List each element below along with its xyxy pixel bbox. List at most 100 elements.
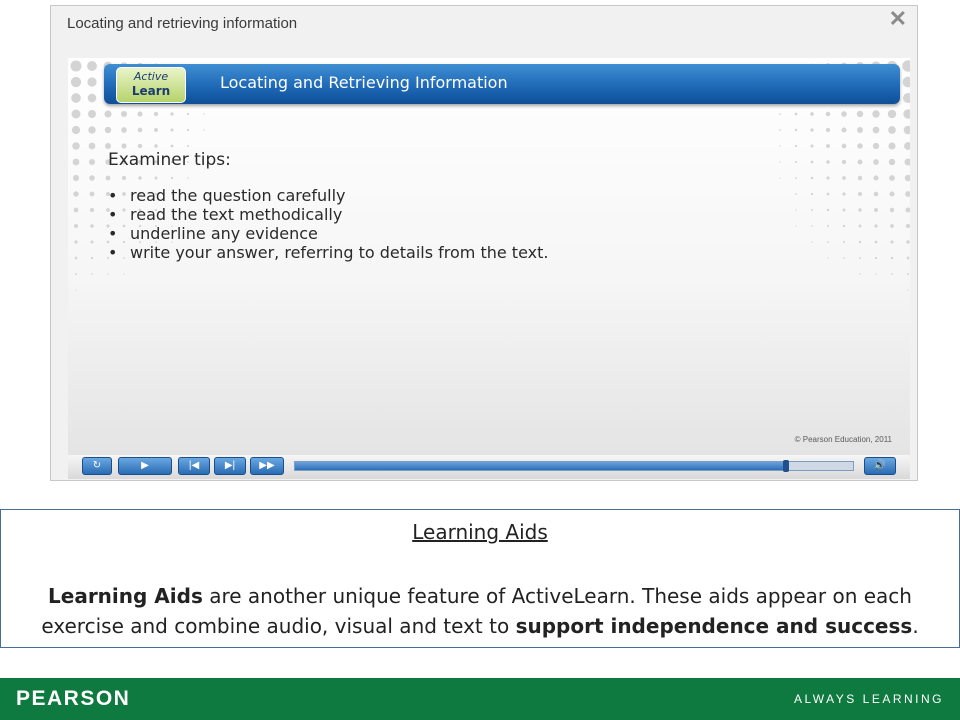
decorative-dot — [826, 192, 830, 196]
decorative-dot — [842, 208, 846, 212]
decorative-dot — [904, 174, 910, 182]
decorative-dot — [105, 143, 111, 149]
decorative-dot — [795, 209, 797, 211]
decorative-dot — [794, 160, 798, 164]
decorative-dot — [904, 158, 910, 166]
decorative-dot — [811, 209, 813, 211]
decorative-dot — [842, 176, 846, 180]
decorative-dot — [779, 161, 781, 163]
lesson-window: Locating and retrieving information ✕ Ac… — [50, 5, 918, 481]
window-title: Locating and retrieving information — [67, 15, 298, 32]
decorative-dot — [72, 142, 80, 150]
decorative-dot — [154, 144, 158, 148]
decorative-dot — [890, 240, 894, 244]
tip-item: • read the text methodically — [108, 205, 548, 224]
decorative-dot — [906, 272, 910, 276]
decorative-dot — [121, 127, 127, 133]
decorative-dot — [87, 109, 97, 119]
decorative-dot — [827, 257, 829, 259]
decorative-dot — [889, 207, 895, 213]
decorative-dot — [858, 192, 862, 196]
decorative-dot — [137, 127, 143, 133]
bullet-icon: • — [108, 186, 118, 205]
decorative-dot — [890, 256, 894, 260]
fast-forward-button[interactable]: ▶▶ — [250, 457, 284, 475]
decorative-dot — [74, 240, 78, 244]
decorative-dot — [779, 177, 781, 179]
decorative-dot — [857, 127, 863, 133]
decorative-dot — [888, 126, 896, 134]
decorative-dot — [72, 174, 80, 182]
decorative-dot — [859, 273, 861, 275]
decorative-dot — [88, 158, 96, 166]
volume-button[interactable]: 🔊 — [864, 457, 896, 475]
caption-bold-2: support independence and success — [515, 614, 913, 638]
previous-button[interactable]: |◀ — [178, 457, 210, 475]
progress-bar[interactable] — [294, 460, 854, 472]
decorative-dot — [826, 224, 830, 228]
decorative-dot — [905, 223, 910, 229]
close-icon[interactable]: ✕ — [889, 7, 907, 31]
tagline: ALWAYS LEARNING — [794, 692, 944, 706]
decorative-dot — [795, 177, 797, 179]
tip-text: underline any evidence — [130, 224, 318, 243]
bullet-icon: • — [108, 243, 118, 262]
decorative-dot — [137, 111, 143, 117]
decorative-dot — [187, 145, 189, 147]
decorative-dot — [779, 113, 781, 115]
decorative-dot — [842, 224, 846, 228]
decorative-dot — [890, 224, 894, 228]
decorative-dot — [137, 143, 143, 149]
progress-handle[interactable] — [783, 460, 790, 472]
logo-line-1: Active — [133, 70, 169, 83]
decorative-dot — [90, 256, 94, 260]
decorative-dot — [71, 109, 81, 119]
play-button[interactable]: ▶ — [118, 457, 172, 475]
decorative-dot — [73, 223, 79, 229]
decorative-dot — [104, 126, 112, 134]
decorative-dot — [889, 175, 895, 181]
bullet-icon: • — [108, 205, 118, 224]
next-button[interactable]: ▶| — [214, 457, 246, 475]
decorative-dot — [810, 192, 814, 196]
caption-body: Learning Aids are another unique feature… — [15, 581, 945, 641]
decorative-dot — [903, 109, 910, 119]
decorative-dot — [75, 273, 77, 275]
decorative-dot — [779, 129, 781, 131]
decorative-dot — [170, 128, 174, 132]
decorative-dot — [887, 109, 897, 119]
decorative-dot — [857, 143, 863, 149]
tip-text: write your answer, referring to details … — [130, 243, 549, 262]
tip-item: • write your answer, referring to details… — [108, 243, 548, 262]
slide-stage: Active Learn Locating and Retrieving Inf… — [68, 58, 910, 456]
decorative-dot — [872, 142, 880, 150]
decorative-dot — [841, 143, 847, 149]
decorative-dot — [904, 142, 910, 150]
decorative-dot — [70, 60, 82, 72]
decorative-dot — [75, 289, 77, 291]
fast-forward-icon: ▶▶ — [259, 460, 275, 471]
decorative-dot — [810, 160, 814, 164]
decorative-dot — [857, 175, 863, 181]
replay-button[interactable]: ↻ — [82, 457, 112, 475]
copyright-text: © Pearson Education, 2011 — [794, 435, 892, 444]
decorative-dot — [906, 240, 910, 244]
decorative-dot — [88, 126, 96, 134]
decorative-dot — [89, 191, 95, 197]
decorative-dot — [827, 241, 829, 243]
decorative-dot — [104, 110, 112, 118]
decorative-dot — [841, 111, 847, 117]
decorative-dot — [873, 159, 879, 165]
decorative-dot — [121, 175, 127, 181]
decorative-dot — [91, 273, 93, 275]
decorative-dot — [89, 207, 95, 213]
decorative-dot — [810, 176, 814, 180]
decorative-dot — [795, 225, 797, 227]
decorative-dot — [71, 93, 81, 103]
skip-back-icon: |◀ — [188, 460, 200, 471]
decorative-dot — [794, 112, 798, 116]
decorative-dot — [859, 257, 861, 259]
decorative-dot — [874, 224, 878, 228]
caption-text-2: . — [912, 614, 919, 638]
decorative-dot — [825, 127, 831, 133]
